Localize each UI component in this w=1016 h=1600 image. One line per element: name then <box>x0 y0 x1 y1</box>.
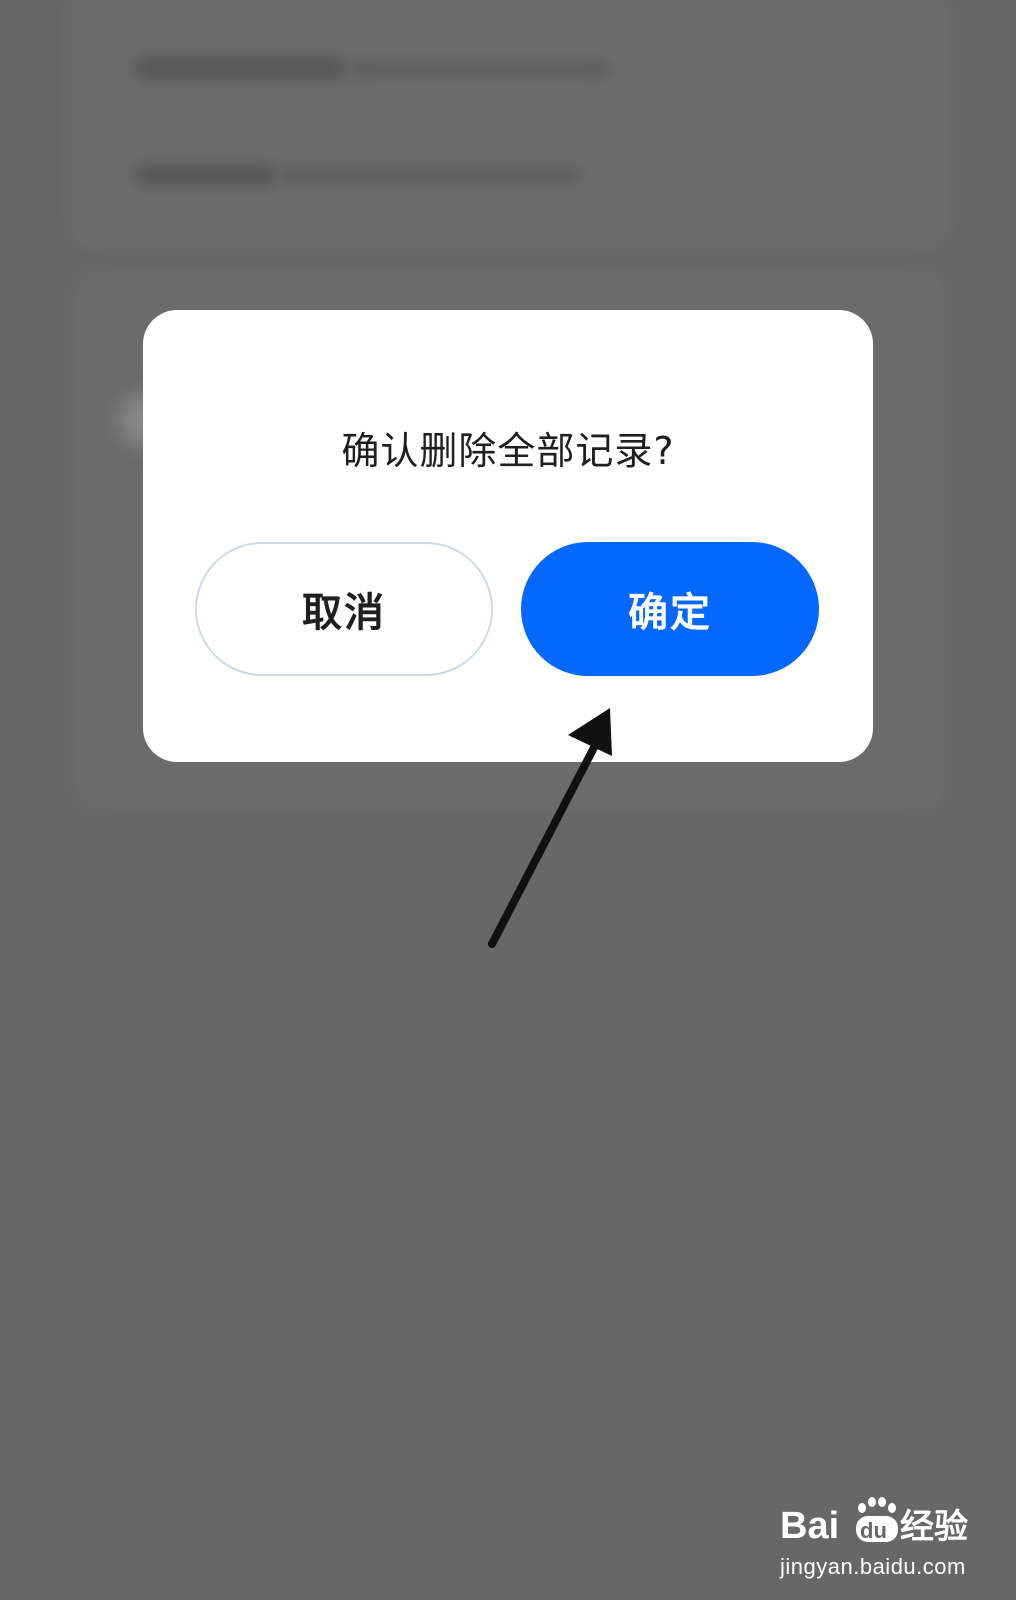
background-card-blurred <box>70 0 950 250</box>
confirm-button[interactable]: 确定 <box>521 542 819 676</box>
background-text-blurred <box>135 58 345 78</box>
background-text-blurred <box>280 168 580 182</box>
dialog-title: 确认删除全部记录? <box>341 429 675 473</box>
screen: 确认删除全部记录? 取消 确定 Bai du 经验 jingyan.baidu.… <box>0 0 1016 1600</box>
svg-text:Bai: Bai <box>780 1505 839 1547</box>
baidu-jingyan-watermark: Bai du 经验 jingyan.baidu.com <box>778 1490 978 1590</box>
baidu-logo-icon: Bai du 经验 <box>780 1497 968 1547</box>
cancel-button[interactable]: 取消 <box>195 542 493 676</box>
svg-text:du: du <box>860 1518 887 1543</box>
watermark-url: jingyan.baidu.com <box>780 1554 966 1579</box>
confirm-delete-dialog: 确认删除全部记录? 取消 确定 <box>143 310 873 762</box>
background-text-blurred <box>350 62 610 76</box>
svg-text:经验: 经验 <box>900 1507 968 1547</box>
background-text-blurred <box>135 165 275 185</box>
